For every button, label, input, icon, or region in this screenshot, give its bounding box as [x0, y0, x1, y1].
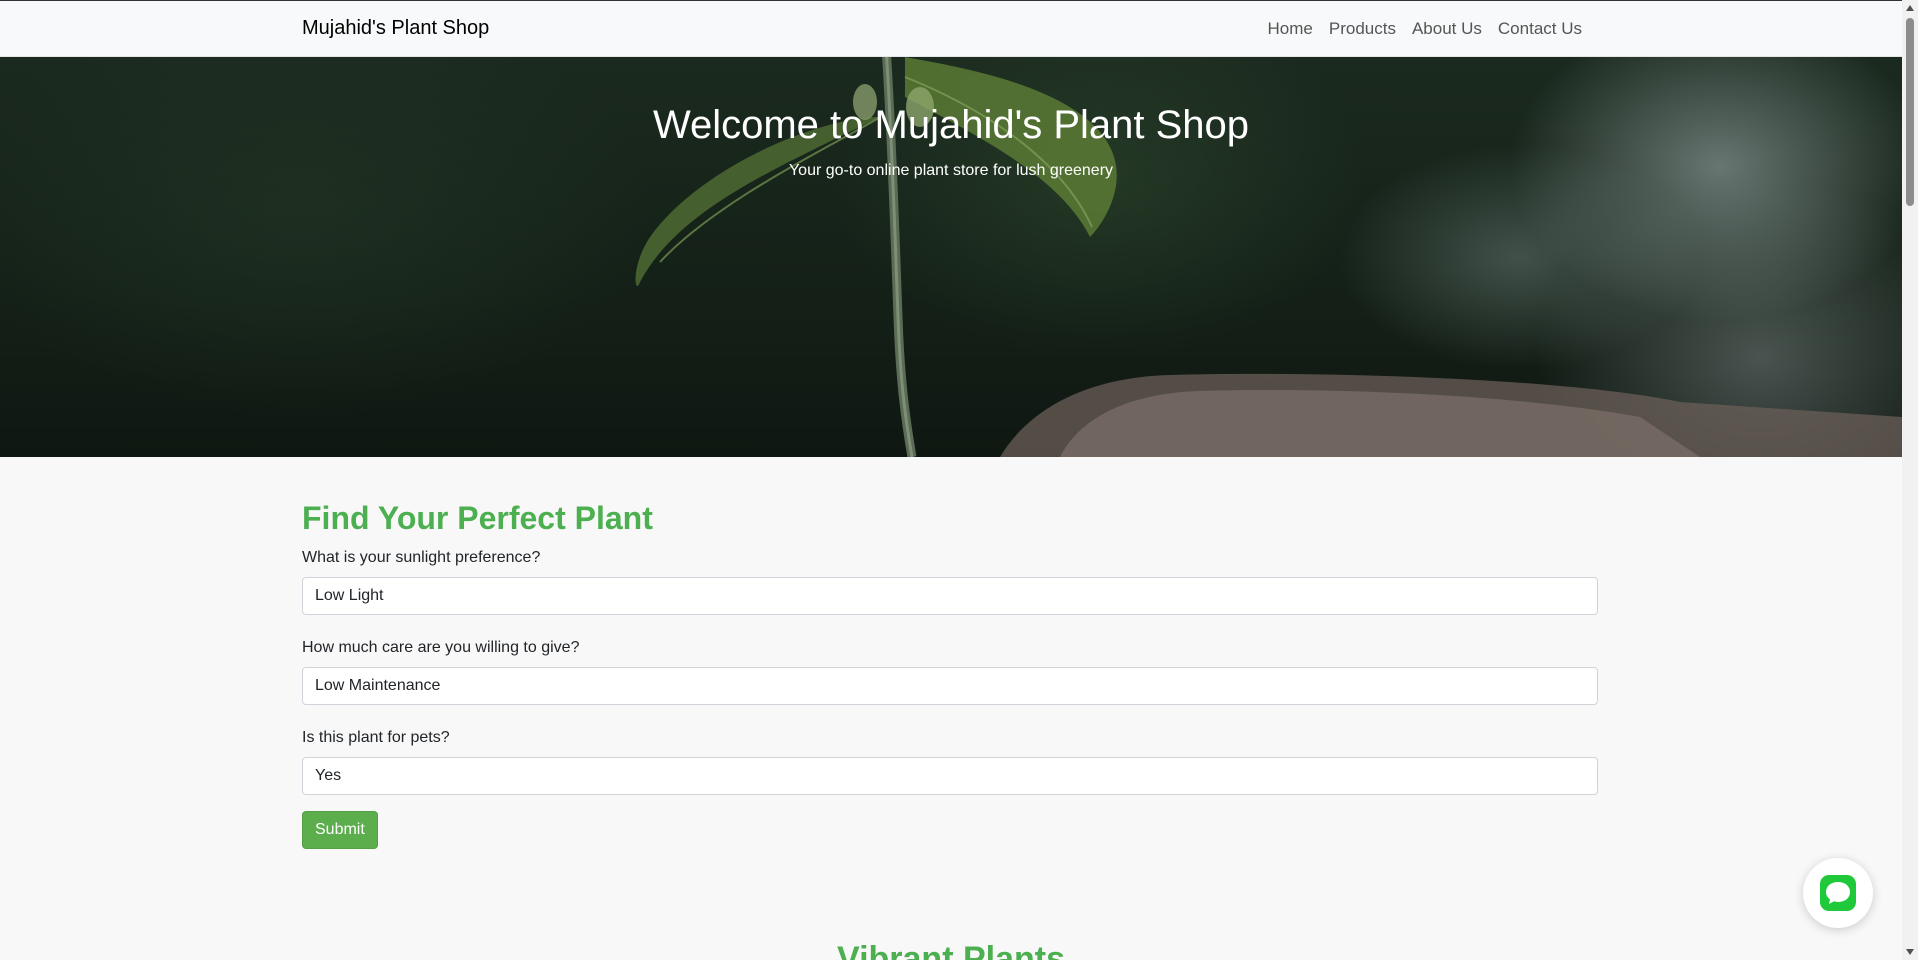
chat-bubble-icon — [1820, 875, 1856, 911]
scroll-up-arrow[interactable] — [1902, 0, 1918, 16]
brand-link[interactable]: Mujahid's Plant Shop — [302, 17, 489, 40]
next-section-heading: Vibrant Plants — [837, 940, 1065, 960]
nav-link-home[interactable]: Home — [1260, 19, 1321, 39]
pets-select[interactable]: Yes — [302, 757, 1598, 795]
chat-button[interactable] — [1803, 858, 1873, 928]
scroll-down-arrow[interactable] — [1902, 944, 1918, 960]
hero-banner: Welcome to Mujahid's Plant Shop Your go-… — [0, 57, 1902, 457]
care-value: Low Maintenance — [315, 677, 441, 694]
section-heading: Find Your Perfect Plant — [302, 500, 653, 536]
sunlight-label: What is your sunlight preference? — [302, 549, 541, 566]
hero-subtitle: Your go-to online plant store for lush g… — [788, 162, 1114, 179]
caret-up-icon — [1906, 5, 1914, 11]
nav-link-contact[interactable]: Contact Us — [1490, 19, 1590, 39]
nav-links: Home Products About Us Contact Us — [1260, 19, 1590, 39]
plant-finder-form: Find Your Perfect Plant What is your sun… — [302, 500, 1598, 849]
nav-link-products[interactable]: Products — [1321, 19, 1404, 39]
vertical-scrollbar[interactable] — [1902, 0, 1918, 960]
nav-link-about[interactable]: About Us — [1404, 19, 1490, 39]
pets-value: Yes — [315, 767, 342, 784]
scroll-thumb[interactable] — [1906, 18, 1914, 206]
care-select[interactable]: Low Maintenance — [302, 667, 1598, 705]
sunlight-value: Low Light — [315, 587, 384, 604]
pets-label: Is this plant for pets? — [302, 729, 450, 746]
hero-title: Welcome to Mujahid's Plant Shop — [652, 103, 1250, 147]
care-label: How much care are you willing to give? — [302, 639, 580, 656]
caret-down-icon — [1906, 949, 1914, 955]
sunlight-select[interactable]: Low Light — [302, 577, 1598, 615]
navbar: Mujahid's Plant Shop Home Products About… — [0, 1, 1902, 57]
submit-button[interactable]: Submit — [302, 811, 378, 849]
page: Mujahid's Plant Shop Home Products About… — [0, 0, 1902, 960]
